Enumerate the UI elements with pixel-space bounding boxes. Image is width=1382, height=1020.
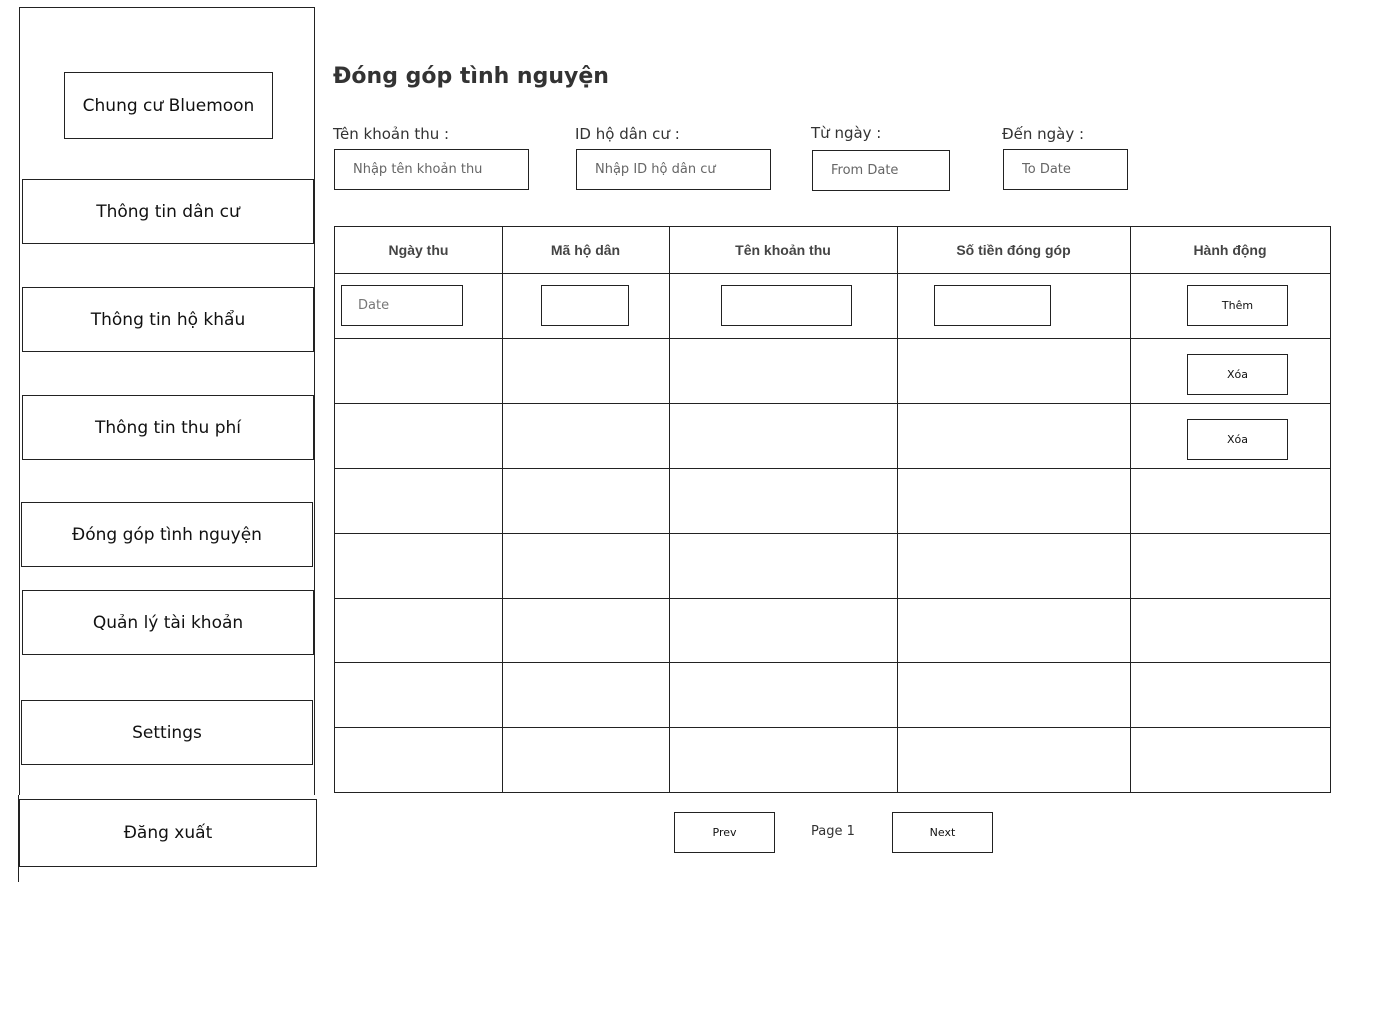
sidebar-item-label: Thông tin thu phí bbox=[94, 417, 241, 438]
column-divider bbox=[1130, 227, 1131, 792]
household-id-label: ID hộ dân cư : bbox=[575, 125, 680, 143]
sidebar-item-households[interactable]: Thông tin hộ khẩu bbox=[22, 287, 314, 352]
sidebar-item-fees[interactable]: Thông tin thu phí bbox=[22, 395, 314, 460]
to-date-label: Đến ngày : bbox=[1002, 125, 1085, 143]
brand-name: Chung cư Bluemoon bbox=[82, 95, 255, 116]
sidebar-item-residents[interactable]: Thông tin dân cư bbox=[22, 179, 314, 244]
from-date-label: Từ ngày : bbox=[811, 124, 882, 142]
sidebar-item-label: Thông tin dân cư bbox=[96, 201, 240, 222]
row-divider bbox=[335, 533, 1330, 534]
column-header-amount: Số tiền đóng góp bbox=[956, 242, 1071, 258]
sidebar-item-label: Thông tin hộ khẩu bbox=[90, 309, 246, 330]
row-divider bbox=[335, 662, 1330, 663]
column-divider bbox=[897, 227, 898, 792]
row-divider bbox=[335, 598, 1330, 599]
sidebar-item-label: Settings bbox=[132, 722, 202, 743]
fee-name-input[interactable] bbox=[334, 149, 529, 190]
new-fee-name-input[interactable] bbox=[721, 285, 852, 326]
logout-label: Đăng xuất bbox=[123, 823, 213, 843]
column-header-fee-name: Tên khoản thu bbox=[735, 242, 831, 258]
household-id-input[interactable] bbox=[576, 149, 771, 190]
add-button[interactable]: Thêm bbox=[1187, 285, 1288, 326]
column-header-household: Mã hộ dân bbox=[550, 242, 621, 258]
logout-button[interactable]: Đăng xuất bbox=[19, 799, 317, 867]
to-date-input[interactable] bbox=[1003, 149, 1128, 190]
fee-name-label: Tên khoản thu : bbox=[333, 125, 450, 143]
row-divider bbox=[335, 273, 1330, 274]
donations-table: Ngày thu Mã hộ dân Tên khoản thu Số tiền… bbox=[334, 226, 1331, 793]
new-household-input[interactable] bbox=[541, 285, 629, 326]
sidebar-item-label: Đóng góp tình nguyện bbox=[72, 524, 262, 545]
row-divider bbox=[335, 727, 1330, 728]
delete-button[interactable]: Xóa bbox=[1187, 419, 1288, 460]
row-divider bbox=[335, 338, 1330, 339]
page-title: Đóng góp tình nguyện bbox=[333, 64, 609, 89]
brand-logo: Chung cư Bluemoon bbox=[64, 72, 273, 139]
new-amount-input[interactable] bbox=[934, 285, 1051, 326]
row-divider bbox=[335, 468, 1330, 469]
sidebar-item-donations[interactable]: Đóng góp tình nguyện bbox=[21, 502, 313, 567]
from-date-input[interactable] bbox=[812, 150, 950, 191]
sidebar-item-settings[interactable]: Settings bbox=[21, 700, 313, 765]
sidebar-item-label: Quản lý tài khoản bbox=[92, 612, 244, 633]
sidebar-item-accounts[interactable]: Quản lý tài khoản bbox=[22, 590, 314, 655]
prev-button[interactable]: Prev bbox=[674, 812, 775, 853]
delete-button[interactable]: Xóa bbox=[1187, 354, 1288, 395]
next-button[interactable]: Next bbox=[892, 812, 993, 853]
column-header-date: Ngày thu bbox=[388, 242, 449, 258]
new-date-input[interactable] bbox=[341, 285, 463, 326]
column-divider bbox=[502, 227, 503, 792]
page-indicator: Page 1 bbox=[811, 824, 855, 839]
column-divider bbox=[669, 227, 670, 792]
row-divider bbox=[335, 403, 1330, 404]
column-header-action: Hành động bbox=[1193, 242, 1267, 258]
